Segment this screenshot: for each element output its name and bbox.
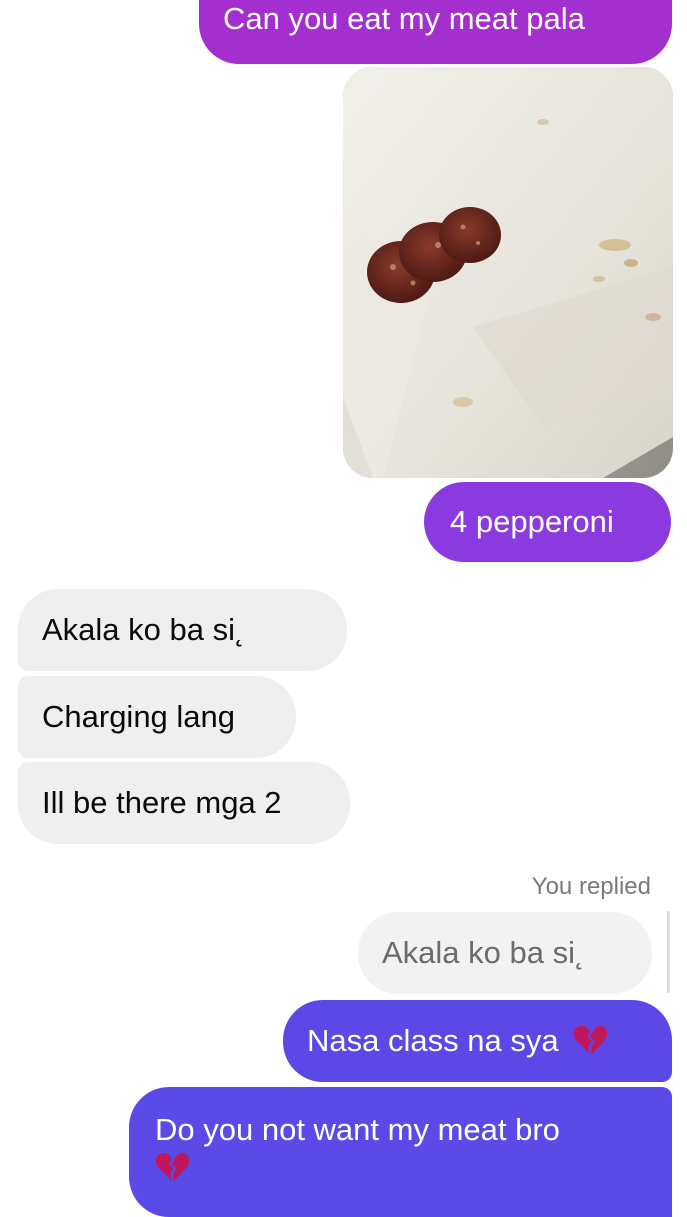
quoted-text: Akala ko ba si: [382, 935, 575, 970]
sent-message-4[interactable]: Do you not want my meat bro: [129, 1087, 672, 1217]
trailing-mark: ˛: [235, 612, 246, 647]
message-text: 4 pepperoni: [450, 504, 614, 539]
trailing-mark: ˛: [575, 935, 586, 970]
message-text: Do you not want my meat bro: [155, 1112, 560, 1147]
reply-indicator-line: [667, 911, 670, 993]
message-text: Charging lang: [42, 699, 236, 734]
broken-heart-icon: [573, 1025, 608, 1055]
quoted-reply-bubble[interactable]: Akala ko ba si˛: [358, 912, 652, 994]
sent-photo-pepperoni[interactable]: [343, 67, 673, 478]
broken-heart-icon: [155, 1152, 189, 1182]
sent-message-3[interactable]: Nasa class na sya: [283, 1000, 672, 1082]
sent-message-2[interactable]: 4 pepperoni: [424, 482, 671, 562]
you-replied-label: You replied: [531, 873, 651, 900]
photo-image: [343, 67, 673, 478]
message-text: Ill be there mga 2: [42, 785, 282, 820]
sent-message-1[interactable]: Can you eat my meat pala: [199, 0, 672, 64]
message-text: Akala ko ba si: [42, 612, 235, 647]
message-text: Nasa class na sya: [307, 1023, 559, 1058]
received-message-1[interactable]: Akala ko ba si˛: [18, 589, 347, 671]
message-text: Can you eat my meat pala: [223, 1, 585, 36]
received-message-2[interactable]: Charging lang: [18, 676, 296, 758]
received-message-3[interactable]: Ill be there mga 2: [18, 762, 350, 844]
